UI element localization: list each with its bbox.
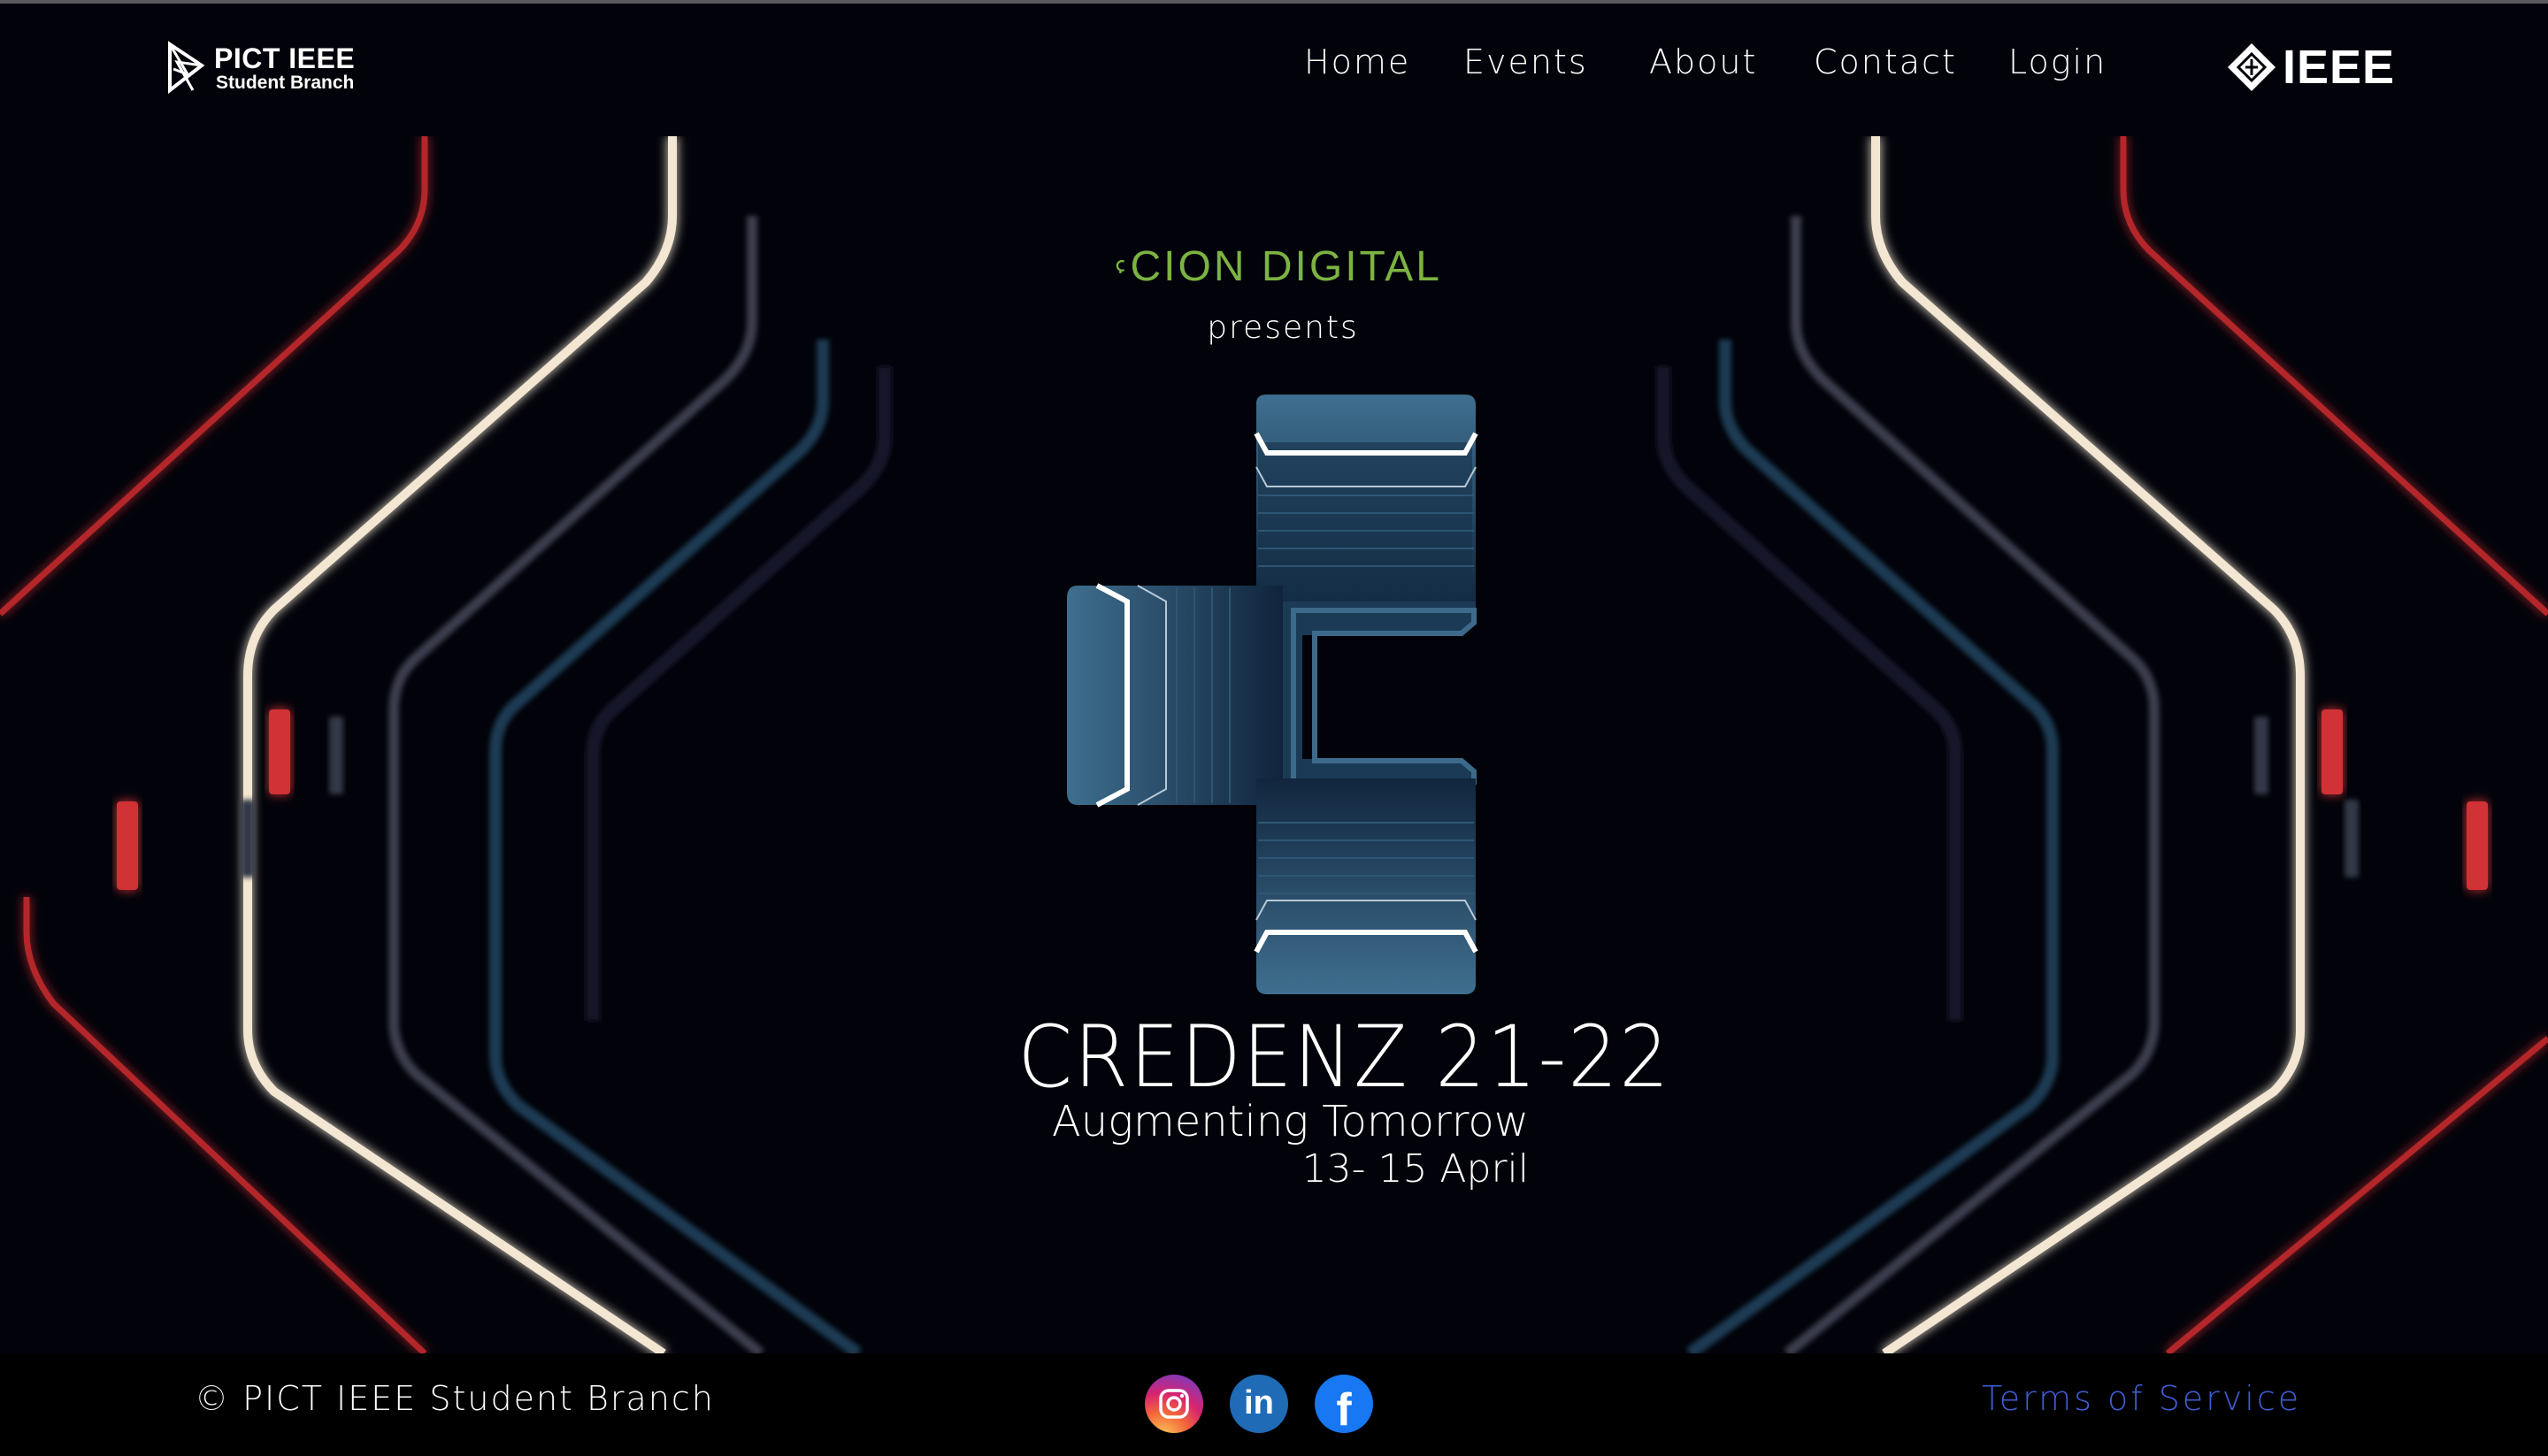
nav-contact[interactable]: Contact	[1814, 39, 1957, 85]
right-circuit-lines	[1656, 136, 2548, 1353]
facebook-glyph-icon: f	[1336, 1384, 1352, 1436]
ieee-logo[interactable]: IEEE	[2226, 39, 2395, 96]
cion-leaf-icon	[1116, 259, 1125, 273]
brand-left-subtitle: Student Branch	[216, 73, 355, 93]
event-dates: 13- 15 April	[1301, 1146, 1529, 1192]
linkedin-glyph-icon: in	[1244, 1384, 1274, 1422]
instagram-icon[interactable]	[1145, 1375, 1203, 1433]
event-tagline: Augmenting Tomorrow	[1051, 1097, 1529, 1146]
nav-events[interactable]: Events	[1463, 39, 1588, 85]
presents-text: presents	[1207, 310, 1359, 346]
linkedin-icon[interactable]: in	[1230, 1375, 1288, 1433]
facebook-icon[interactable]: f	[1315, 1375, 1373, 1433]
copyright-text: © PICT IEEE Student Branch	[195, 1379, 715, 1418]
pict-logo-icon	[168, 41, 205, 95]
nav-about[interactable]: About	[1649, 39, 1757, 85]
ieee-diamond-icon	[2228, 43, 2276, 91]
nav-home[interactable]: Home	[1304, 39, 1410, 85]
brand-left-title: PICT IEEE	[214, 42, 356, 74]
left-circuit-lines	[0, 136, 892, 1353]
sponsor-name: CION DIGITAL	[1130, 242, 1442, 290]
terms-of-service-link[interactable]: Terms of Service	[1982, 1376, 2301, 1421]
instagram-glyph-icon	[1159, 1389, 1189, 1419]
credenz-logo	[1067, 395, 1478, 994]
event-title: CREDENZ 21-22	[1017, 1008, 1671, 1107]
pict-ieee-logo[interactable]: PICT IEEE Student Branch	[166, 37, 356, 99]
sponsor-logo[interactable]: CION DIGITAL	[1115, 235, 1442, 297]
nav-login[interactable]: Login	[2008, 39, 2107, 85]
ieee-wordmark: IEEE	[2283, 41, 2396, 94]
window-top-border	[0, 0, 2548, 4]
